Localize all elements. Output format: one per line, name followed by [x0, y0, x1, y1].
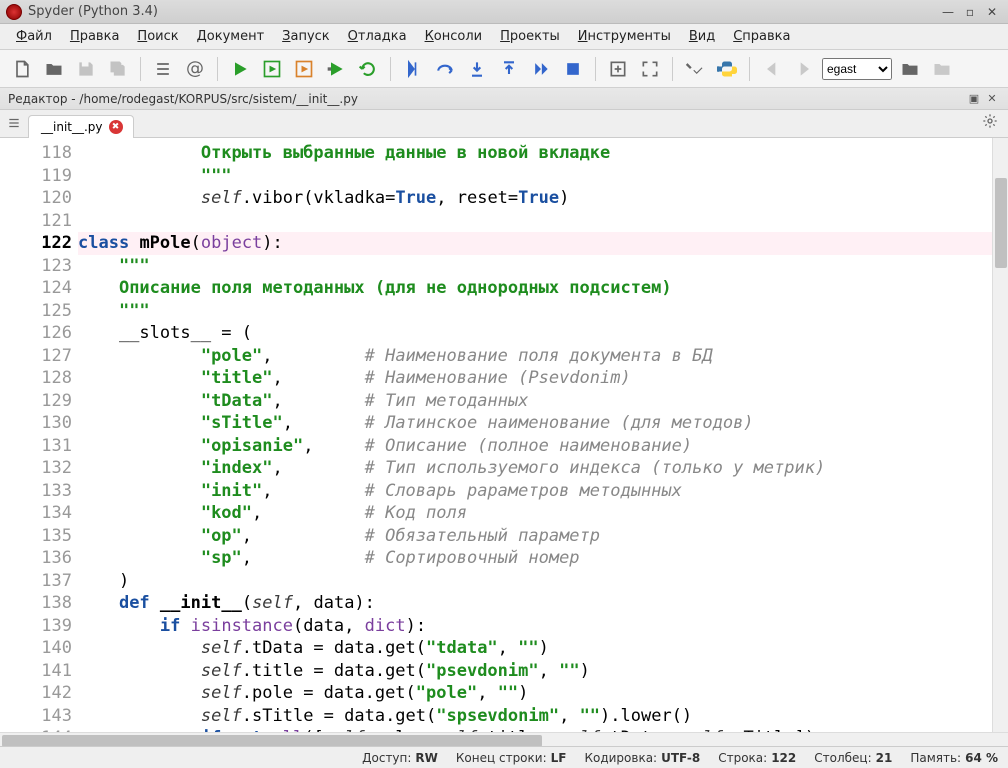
status-line-value: 122	[771, 751, 796, 765]
code-editor[interactable]: 1181191201211221231241251261271281291301…	[0, 138, 1008, 748]
status-col-label: Столбец:	[814, 751, 871, 765]
fullscreen-button[interactable]	[636, 55, 664, 83]
status-encoding-value: UTF-8	[661, 751, 700, 765]
status-eol-value: LF	[551, 751, 567, 765]
working-dir-select[interactable]: egast	[822, 58, 892, 80]
menu-Инструменты[interactable]: Инструменты	[570, 26, 679, 47]
at-button[interactable]: @	[181, 55, 209, 83]
new-file-button[interactable]	[8, 55, 36, 83]
stop-debug-button[interactable]	[559, 55, 587, 83]
status-bar: Доступ: RW Конец строки: LF Кодировка: U…	[0, 746, 1008, 768]
close-button[interactable]: ✕	[982, 4, 1002, 20]
continue-button[interactable]	[527, 55, 555, 83]
menu-Вид[interactable]: Вид	[681, 26, 723, 47]
window-titlebar: Spyder (Python 3.4) — ▫ ✕	[0, 0, 1008, 24]
preferences-button[interactable]	[681, 55, 709, 83]
status-line-label: Строка:	[718, 751, 767, 765]
tab-list-button[interactable]	[4, 113, 24, 133]
rerun-button[interactable]	[354, 55, 382, 83]
editor-path: Редактор - /home/rodegast/KORPUS/src/sis…	[8, 92, 358, 106]
status-mem-value: 64 %	[965, 751, 998, 765]
back-button[interactable]	[758, 55, 786, 83]
menu-Запуск[interactable]: Запуск	[274, 26, 338, 47]
run-button[interactable]	[226, 55, 254, 83]
tab-close-icon[interactable]: ✖	[109, 120, 123, 134]
menu-Поиск[interactable]: Поиск	[129, 26, 186, 47]
browse-dir-button[interactable]	[896, 55, 924, 83]
window-title: Spyder (Python 3.4)	[28, 4, 938, 19]
menu-Файл[interactable]: Файл	[8, 26, 60, 47]
scrollbar-thumb[interactable]	[995, 178, 1007, 268]
pane-undock-button[interactable]: ▣	[966, 91, 982, 107]
status-col-value: 21	[876, 751, 893, 765]
menu-Документ[interactable]: Документ	[189, 26, 273, 47]
menu-Справка[interactable]: Справка	[725, 26, 798, 47]
list-button[interactable]	[149, 55, 177, 83]
status-access-value: RW	[415, 751, 437, 765]
step-out-button[interactable]	[495, 55, 523, 83]
status-mem-label: Память:	[910, 751, 961, 765]
menu-Проекты[interactable]: Проекты	[492, 26, 568, 47]
menu-Правка[interactable]: Правка	[62, 26, 127, 47]
run-cell-button[interactable]	[258, 55, 286, 83]
line-number-gutter: 1181191201211221231241251261271281291301…	[0, 138, 78, 748]
tab-init-py[interactable]: __init__.py ✖	[28, 115, 134, 138]
menu-Отладка[interactable]: Отладка	[340, 26, 415, 47]
parent-dir-button[interactable]	[928, 55, 956, 83]
code-area[interactable]: Открыть выбранные данные в новой вкладке…	[78, 138, 1008, 748]
step-into-button[interactable]	[463, 55, 491, 83]
menubar: ФайлПравкаПоискДокументЗапускОтладкаКонс…	[0, 24, 1008, 50]
app-icon	[6, 4, 22, 20]
save-all-button[interactable]	[104, 55, 132, 83]
run-cell-advance-button[interactable]	[290, 55, 318, 83]
run-selection-button[interactable]	[322, 55, 350, 83]
status-eol-label: Конец строки:	[456, 751, 547, 765]
forward-button[interactable]	[790, 55, 818, 83]
python-path-button[interactable]	[713, 55, 741, 83]
toolbar: @ egast	[0, 50, 1008, 88]
zoom-in-button[interactable]	[604, 55, 632, 83]
tab-options-button[interactable]	[982, 113, 998, 133]
open-file-button[interactable]	[40, 55, 68, 83]
save-button[interactable]	[72, 55, 100, 83]
editor-tabs: __init__.py ✖	[0, 110, 1008, 138]
minimize-button[interactable]: —	[938, 4, 958, 20]
maximize-button[interactable]: ▫	[960, 4, 980, 20]
status-encoding-label: Кодировка:	[584, 751, 657, 765]
step-over-button[interactable]	[431, 55, 459, 83]
vertical-scrollbar[interactable]	[992, 138, 1008, 748]
pane-close-button[interactable]: ✕	[984, 91, 1000, 107]
menu-Консоли[interactable]: Консоли	[417, 26, 491, 47]
tab-label: __init__.py	[41, 120, 103, 134]
editor-pane-header: Редактор - /home/rodegast/KORPUS/src/sis…	[0, 88, 1008, 110]
debug-button[interactable]	[399, 55, 427, 83]
status-access-label: Доступ:	[362, 751, 411, 765]
